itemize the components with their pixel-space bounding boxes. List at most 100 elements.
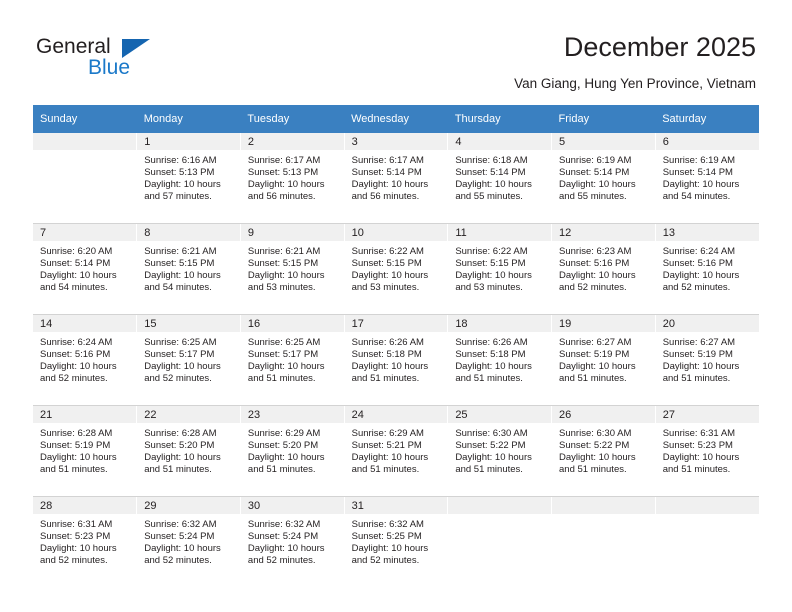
calendar-week-row: 1 Sunrise: 6:16 AM Sunset: 5:13 PM Daylight… <box>33 133 759 224</box>
calendar-day-cell[interactable]: 30 Sunrise: 6:32 AM Sunset: 5:24 PM Dayligh… <box>240 496 345 587</box>
calendar-day-cell[interactable]: 31 Sunrise: 6:32 AM Sunset: 5:25 PM Dayligh… <box>344 496 449 587</box>
sunset-text: Sunset: 5:15 PM <box>455 257 526 269</box>
day-cell-details: Sunrise: 6:19 AM Sunset: 5:14 PM Daylight:… <box>656 151 759 203</box>
weekday-header-wednesday: Wednesday <box>344 105 448 133</box>
calendar-day-cell[interactable]: 4 Sunrise: 6:18 AM Sunset: 5:14 PM Daylight… <box>447 133 553 224</box>
calendar-day-cell[interactable]: 29 Sunrise: 6:32 AM Sunset: 5:24 PM Dayligh… <box>136 496 241 587</box>
calendar-day-cell[interactable]: 16 Sunrise: 6:25 AM Sunset: 5:17 PM Dayligh… <box>240 314 345 406</box>
sunset-text: Sunset: 5:14 PM <box>455 166 526 178</box>
weekday-header-tuesday: Tuesday <box>240 105 345 133</box>
day-number: 30 <box>240 497 344 515</box>
sunset-text: Sunset: 5:13 PM <box>247 166 319 178</box>
day-cell-details: Sunrise: 6:28 AM Sunset: 5:20 PM Daylight:… <box>137 424 240 476</box>
calendar-day-cell[interactable]: 22 Sunrise: 6:28 AM Sunset: 5:20 PM Dayligh… <box>136 405 241 497</box>
calendar-day-cell[interactable]: 13 Sunrise: 6:24 AM Sunset: 5:16 PM Dayligh… <box>655 223 759 315</box>
sunrise-text: Sunrise: 6:30 AM <box>455 428 528 439</box>
day-cell-details: Sunrise: 6:18 AM Sunset: 5:14 PM Daylight:… <box>448 151 551 203</box>
calendar-day-cell[interactable]: 11 Sunrise: 6:22 AM Sunset: 5:15 PM Dayligh… <box>447 223 553 315</box>
page-subtitle: Van Giang, Hung Yen Province, Vietnam <box>514 76 756 91</box>
day-number: 17 <box>344 315 448 333</box>
calendar-day-cell[interactable]: 8 Sunrise: 6:21 AM Sunset: 5:15 PM Daylight… <box>136 223 241 315</box>
sunset-text: Sunset: 5:18 PM <box>455 348 526 360</box>
calendar-day-cell[interactable]: 7 Sunrise: 6:20 AM Sunset: 5:14 PM Daylight… <box>33 223 138 315</box>
calendar-day-cell[interactable]: 1 Sunrise: 6:16 AM Sunset: 5:13 PM Daylight… <box>136 133 241 224</box>
calendar-day-cell[interactable]: 18 Sunrise: 6:26 AM Sunset: 5:18 PM Dayligh… <box>447 314 553 406</box>
day-cell-inner: 16 Sunrise: 6:25 AM Sunset: 5:17 PM Dayligh… <box>240 315 344 405</box>
day-cell-details: Sunrise: 6:31 AM Sunset: 5:23 PM Daylight:… <box>656 424 759 476</box>
day-cell-inner <box>655 497 759 587</box>
sunrise-text: Sunrise: 6:32 AM <box>144 519 217 530</box>
calendar-day-cell[interactable]: 14 Sunrise: 6:24 AM Sunset: 5:16 PM Dayligh… <box>33 314 138 406</box>
day-number: 27 <box>655 406 759 424</box>
calendar-day-cell[interactable]: 6 Sunrise: 6:19 AM Sunset: 5:14 PM Daylight… <box>655 133 759 224</box>
calendar-day-cell[interactable]: 15 Sunrise: 6:25 AM Sunset: 5:17 PM Dayligh… <box>136 314 241 406</box>
day-cell-inner: 24 Sunrise: 6:29 AM Sunset: 5:21 PM Dayligh… <box>344 406 448 496</box>
daylight-text: Daylight: 10 hours and 53 minutes. <box>455 269 532 293</box>
day-number: 8 <box>137 224 240 242</box>
sunset-text: Sunset: 5:19 PM <box>40 439 111 451</box>
day-cell-inner <box>448 497 552 587</box>
daylight-text: Daylight: 10 hours and 51 minutes. <box>662 360 740 384</box>
day-cell-inner: 28 Sunrise: 6:31 AM Sunset: 5:23 PM Dayligh… <box>33 497 137 587</box>
daylight-text: Daylight: 10 hours and 53 minutes. <box>247 269 325 293</box>
general-blue-logo[interactable]: General Blue <box>36 36 166 84</box>
calendar-day-cell[interactable]: 20 Sunrise: 6:27 AM Sunset: 5:19 PM Dayligh… <box>655 314 759 406</box>
daylight-text: Daylight: 10 hours and 51 minutes. <box>455 360 532 384</box>
day-cell-inner: 15 Sunrise: 6:25 AM Sunset: 5:17 PM Dayligh… <box>137 315 240 405</box>
calendar-day-cell[interactable]: 9 Sunrise: 6:21 AM Sunset: 5:15 PM Daylight… <box>240 223 345 315</box>
sunrise-text: Sunrise: 6:25 AM <box>247 337 321 348</box>
day-cell-inner: 12 Sunrise: 6:23 AM Sunset: 5:16 PM Dayligh… <box>552 224 655 314</box>
sunset-text: Sunset: 5:17 PM <box>144 348 215 360</box>
day-cell-details: Sunrise: 6:21 AM Sunset: 5:15 PM Daylight:… <box>241 242 344 294</box>
sunset-text: Sunset: 5:18 PM <box>351 348 422 360</box>
calendar-day-cell[interactable]: 19 Sunrise: 6:27 AM Sunset: 5:19 PM Dayligh… <box>551 314 656 406</box>
day-cell-inner: 7 Sunrise: 6:20 AM Sunset: 5:14 PM Daylight… <box>33 224 137 314</box>
calendar-day-cell[interactable]: 21 Sunrise: 6:28 AM Sunset: 5:19 PM Dayligh… <box>33 405 138 497</box>
day-cell-inner: 1 Sunrise: 6:16 AM Sunset: 5:13 PM Daylight… <box>137 133 240 223</box>
day-cell-details: Sunrise: 6:32 AM Sunset: 5:25 PM Daylight:… <box>345 515 448 567</box>
sunrise-text: Sunrise: 6:32 AM <box>247 519 321 530</box>
calendar-body: 1 Sunrise: 6:16 AM Sunset: 5:13 PM Daylight… <box>33 133 759 587</box>
daylight-text: Daylight: 10 hours and 54 minutes. <box>144 269 221 293</box>
sunrise-text: Sunrise: 6:29 AM <box>247 428 321 439</box>
day-cell-inner: 9 Sunrise: 6:21 AM Sunset: 5:15 PM Daylight… <box>240 224 344 314</box>
logo-text-blue: Blue <box>88 56 131 79</box>
daylight-text: Daylight: 10 hours and 52 minutes. <box>247 542 325 566</box>
calendar-day-cell[interactable]: 24 Sunrise: 6:29 AM Sunset: 5:21 PM Dayligh… <box>344 405 449 497</box>
day-cell-details: Sunrise: 6:28 AM Sunset: 5:19 PM Daylight:… <box>33 424 136 476</box>
sunset-text: Sunset: 5:22 PM <box>455 439 526 451</box>
day-number: 28 <box>33 497 137 515</box>
day-cell-details: Sunrise: 6:26 AM Sunset: 5:18 PM Daylight:… <box>448 333 551 385</box>
calendar-day-cell-empty <box>655 497 759 588</box>
sunset-text: Sunset: 5:19 PM <box>662 348 733 360</box>
daylight-text: Daylight: 10 hours and 54 minutes. <box>662 178 740 202</box>
calendar-day-cell[interactable]: 26 Sunrise: 6:30 AM Sunset: 5:22 PM Dayligh… <box>551 405 656 497</box>
logo-text-general: General <box>36 35 111 58</box>
calendar-day-cell[interactable]: 12 Sunrise: 6:23 AM Sunset: 5:16 PM Dayligh… <box>551 223 656 315</box>
day-number: 4 <box>448 133 552 151</box>
sunrise-text: Sunrise: 6:16 AM <box>144 155 217 166</box>
calendar-day-cell[interactable]: 17 Sunrise: 6:26 AM Sunset: 5:18 PM Dayligh… <box>344 314 449 406</box>
day-cell-inner: 17 Sunrise: 6:26 AM Sunset: 5:18 PM Dayligh… <box>344 315 448 405</box>
day-cell-inner: 2 Sunrise: 6:17 AM Sunset: 5:13 PM Daylight… <box>240 133 344 223</box>
calendar-day-cell[interactable]: 2 Sunrise: 6:17 AM Sunset: 5:13 PM Daylight… <box>240 133 345 224</box>
day-number: 6 <box>655 133 759 151</box>
calendar-day-cell[interactable]: 25 Sunrise: 6:30 AM Sunset: 5:22 PM Dayligh… <box>447 405 553 497</box>
sunrise-text: Sunrise: 6:29 AM <box>351 428 424 439</box>
calendar-day-cell[interactable]: 5 Sunrise: 6:19 AM Sunset: 5:14 PM Daylight… <box>551 133 656 224</box>
calendar-day-cell[interactable]: 3 Sunrise: 6:17 AM Sunset: 5:14 PM Daylight… <box>344 133 449 224</box>
daylight-text: Daylight: 10 hours and 52 minutes. <box>351 542 429 566</box>
daylight-text: Daylight: 10 hours and 51 minutes. <box>455 451 532 475</box>
day-cell-inner: 4 Sunrise: 6:18 AM Sunset: 5:14 PM Daylight… <box>448 133 552 223</box>
day-number: 21 <box>33 406 137 424</box>
sunrise-text: Sunrise: 6:28 AM <box>40 428 113 439</box>
day-number: 19 <box>552 315 655 333</box>
sunset-text: Sunset: 5:14 PM <box>559 166 630 178</box>
calendar-day-cell[interactable]: 23 Sunrise: 6:29 AM Sunset: 5:20 PM Dayligh… <box>240 405 345 497</box>
day-cell-inner: 19 Sunrise: 6:27 AM Sunset: 5:19 PM Dayligh… <box>552 315 655 405</box>
day-number: 22 <box>137 406 240 424</box>
calendar-day-cell[interactable]: 28 Sunrise: 6:31 AM Sunset: 5:23 PM Dayligh… <box>33 496 138 587</box>
calendar-day-cell[interactable]: 27 Sunrise: 6:31 AM Sunset: 5:23 PM Dayligh… <box>655 405 759 497</box>
calendar-day-cell[interactable]: 10 Sunrise: 6:22 AM Sunset: 5:15 PM Dayligh… <box>344 223 449 315</box>
sunset-text: Sunset: 5:23 PM <box>662 439 733 451</box>
